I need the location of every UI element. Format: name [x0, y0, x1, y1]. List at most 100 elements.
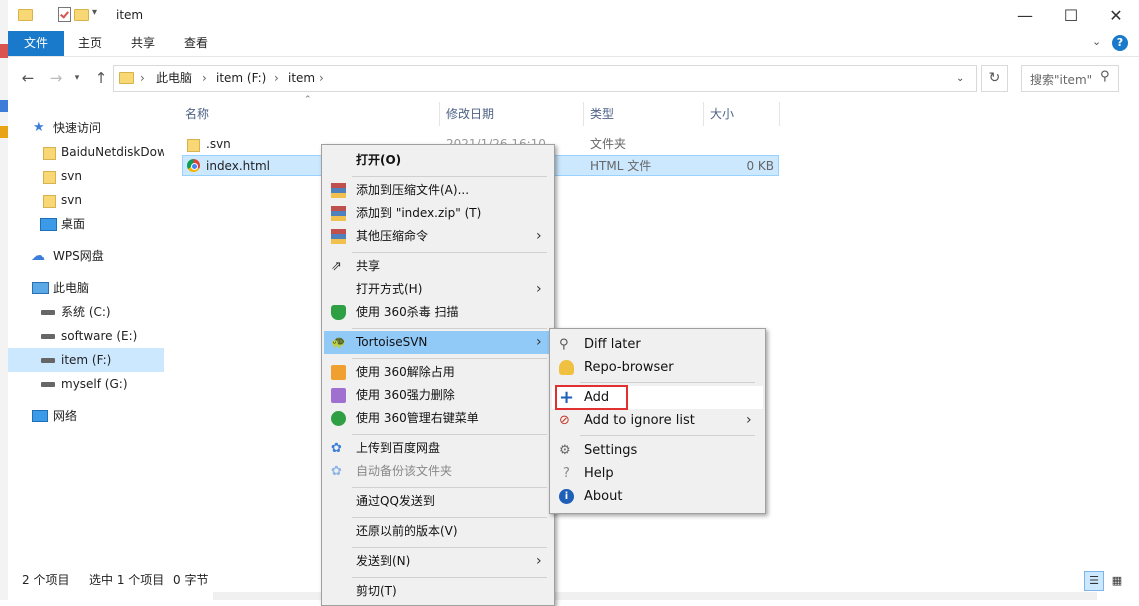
sidebar-item-desktop[interactable]: 桌面 — [8, 212, 164, 236]
sidebar-item-drive-g[interactable]: myself (G:) — [8, 372, 164, 396]
up-button[interactable]: ↑ — [90, 66, 112, 90]
menu-item-help[interactable]: ? Help — [552, 462, 763, 485]
menu-item-add-to-ignore[interactable]: ⊘ Add to ignore list › — [552, 409, 763, 432]
sidebar-item-label: 系统 (C:) — [61, 305, 111, 319]
breadcrumb-this-pc[interactable]: 此电脑 — [156, 66, 192, 91]
menu-item-diff-later[interactable]: ⚲ Diff later — [552, 333, 763, 356]
column-divider[interactable] — [779, 102, 780, 126]
column-divider[interactable] — [439, 102, 440, 126]
tab-view[interactable]: 查看 — [174, 31, 218, 56]
sidebar-item-svn[interactable]: svn — [8, 164, 164, 188]
sidebar-item-label: software (E:) — [61, 329, 138, 343]
address-history-icon[interactable]: ⌄ — [956, 66, 964, 91]
sidebar-item-label: BaiduNetdiskDow — [61, 145, 164, 159]
customize-quick-access-icon[interactable]: ▾ — [92, 7, 97, 18]
menu-item-open-with[interactable]: 打开方式(H) › — [324, 278, 552, 301]
submenu-arrow-icon: › — [746, 412, 752, 428]
tab-share[interactable]: 共享 — [121, 31, 165, 56]
context-menu: 打开(O) 添加到压缩文件(A)... 添加到 "index.zip" (T) … — [321, 144, 555, 606]
breadcrumb-drive[interactable]: item (F:) — [216, 66, 266, 91]
tortoisesvn-icon: 🐢 — [331, 335, 346, 349]
menu-separator — [352, 252, 547, 253]
folder-icon — [43, 171, 56, 184]
breadcrumb-folder[interactable]: item — [288, 66, 315, 91]
ribbon-expand-icon[interactable]: ⌄ — [1092, 35, 1101, 48]
help-button[interactable]: ? — [1112, 35, 1128, 51]
submenu-arrow-icon: › — [536, 553, 542, 569]
menu-item-open[interactable]: 打开(O) — [324, 149, 552, 172]
menu-item-share[interactable]: ⇗ 共享 — [324, 255, 552, 278]
search-input[interactable]: 搜索"item" — [1030, 71, 1092, 88]
column-header-size[interactable]: 大小 — [710, 102, 734, 126]
search-box[interactable]: 搜索"item" ⚲ — [1021, 65, 1119, 92]
sidebar-item-baidunetdisk[interactable]: BaiduNetdiskDow — [8, 140, 164, 164]
star-icon: ★ — [33, 120, 45, 135]
forward-button[interactable]: → — [45, 66, 67, 90]
file-name: .svn — [206, 137, 231, 151]
winrar-icon — [331, 206, 346, 221]
details-view-button[interactable]: ☰ — [1084, 571, 1104, 591]
maximize-button[interactable]: ☐ — [1048, 0, 1094, 31]
sidebar-item-this-pc[interactable]: 此电脑 — [8, 276, 164, 300]
menu-separator — [580, 435, 755, 436]
column-header-date[interactable]: 修改日期 — [446, 102, 494, 126]
sidebar-item-label: 网络 — [53, 409, 78, 423]
menu-item-add-to-zip[interactable]: 添加到 "index.zip" (T) — [324, 202, 552, 225]
help-icon: ? — [563, 466, 570, 481]
delete-icon — [331, 388, 346, 403]
sidebar-item-quick-access[interactable]: ★ 快速访问 — [8, 116, 164, 140]
menu-item-repo-browser[interactable]: Repo-browser — [552, 356, 763, 379]
large-icons-view-button[interactable]: ▦ — [1108, 572, 1126, 590]
tab-home[interactable]: 主页 — [68, 31, 112, 56]
sidebar-item-drive-f[interactable]: item (F:) — [8, 348, 164, 372]
search-icon: ⚲ — [1100, 69, 1110, 84]
menu-separator — [352, 358, 547, 359]
menu-item-restore-versions[interactable]: 还原以前的版本(V) — [324, 520, 552, 543]
tab-file[interactable]: 文件 — [8, 31, 64, 56]
column-divider[interactable] — [703, 102, 704, 126]
share-icon: ⇗ — [331, 259, 342, 274]
menu-item-send-via-qq[interactable]: 通过QQ发送到 — [324, 490, 552, 513]
menu-item-360-unlock[interactable]: 使用 360解除占用 — [324, 361, 552, 384]
column-header-name[interactable]: 名称 — [185, 102, 209, 126]
menu-separator — [352, 517, 547, 518]
menu-item-about[interactable]: i About — [552, 485, 763, 508]
menu-item-settings[interactable]: ⚙ Settings — [552, 439, 763, 462]
submenu-arrow-icon: › — [536, 334, 542, 350]
minimize-button[interactable]: — — [1002, 0, 1048, 31]
file-size: 0 KB — [746, 159, 774, 173]
menu-item-360-force-delete[interactable]: 使用 360强力删除 — [324, 384, 552, 407]
column-header-type[interactable]: 类型 — [590, 102, 614, 126]
sidebar-item-drive-e[interactable]: software (E:) — [8, 324, 164, 348]
sidebar-item-svn-2[interactable]: svn — [8, 188, 164, 212]
sidebar-item-wps[interactable]: ☁ WPS网盘 — [8, 244, 164, 268]
background-window-icon — [0, 44, 8, 58]
menu-item-tortoisesvn[interactable]: 🐢 TortoiseSVN › — [324, 331, 552, 354]
close-button[interactable]: ✕ — [1093, 0, 1139, 31]
repo-browser-icon — [559, 360, 574, 375]
settings-icon: ⚙ — [559, 443, 571, 458]
drive-icon — [41, 358, 55, 363]
menu-item-360-manage[interactable]: 使用 360管理右键菜单 — [324, 407, 552, 430]
folder-icon — [18, 9, 33, 21]
status-item-count: 2 个项目 — [22, 573, 70, 587]
back-button[interactable]: ← — [17, 66, 39, 90]
menu-item-add-to-archive[interactable]: 添加到压缩文件(A)... — [324, 179, 552, 202]
file-type: HTML 文件 — [590, 159, 652, 173]
menu-item-baidu-upload[interactable]: ✿ 上传到百度网盘 — [324, 437, 552, 460]
menu-separator — [580, 382, 755, 383]
menu-item-other-compress[interactable]: 其他压缩命令 › — [324, 225, 552, 248]
column-divider[interactable] — [583, 102, 584, 126]
address-bar[interactable]: › 此电脑 › item (F:) › item › ⌄ — [113, 65, 977, 92]
sidebar-item-network[interactable]: 网络 — [8, 404, 164, 428]
menu-item-360-scan[interactable]: 使用 360杀毒 扫描 — [324, 301, 552, 324]
drive-icon — [41, 334, 55, 339]
recent-locations-icon[interactable]: ▾ — [66, 66, 88, 90]
refresh-button[interactable]: ↻ — [981, 65, 1008, 92]
new-folder-icon[interactable] — [74, 9, 89, 21]
menu-item-send-to[interactable]: 发送到(N) › — [324, 550, 552, 573]
chrome-icon-center — [191, 163, 198, 170]
properties-icon[interactable] — [58, 7, 71, 22]
menu-item-auto-backup[interactable]: ✿ 自动备份该文件夹 — [324, 460, 552, 483]
sidebar-item-drive-c[interactable]: 系统 (C:) — [8, 300, 164, 324]
